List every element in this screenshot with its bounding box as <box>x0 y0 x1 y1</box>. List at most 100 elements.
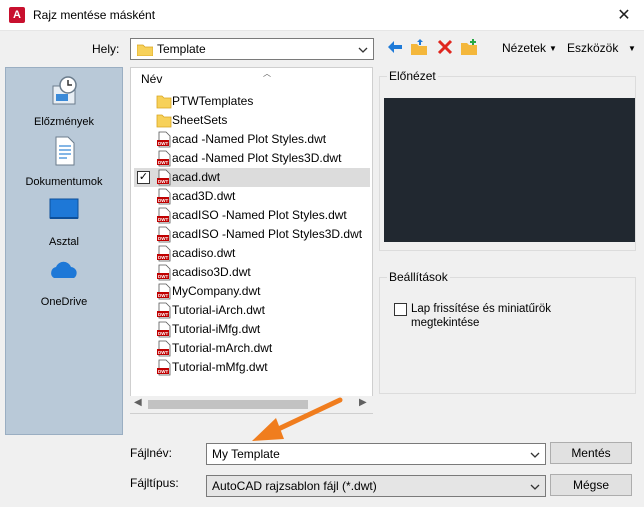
file-row[interactable]: SheetSets <box>134 111 370 130</box>
filename-label: Fájlnév: <box>130 446 173 460</box>
title-bar: A Rajz mentése másként ✕ <box>0 0 644 31</box>
scroll-left-icon[interactable]: ◀ <box>134 397 142 408</box>
history-icon <box>52 76 77 105</box>
file-name: SheetSets <box>172 113 228 127</box>
file-name: PTWTemplates <box>172 94 254 108</box>
documents-icon <box>55 136 75 166</box>
dwt-file-icon: DWT <box>157 169 171 186</box>
row-checkbox[interactable]: ✓ <box>137 171 150 184</box>
svg-text:DWT: DWT <box>158 255 168 260</box>
dwt-file-icon: DWT <box>157 207 171 224</box>
file-name: acad3D.dwt <box>172 189 236 203</box>
file-row[interactable]: DWT Tutorial-iMfg.dwt <box>134 320 370 339</box>
svg-text:DWT: DWT <box>158 141 168 146</box>
svg-text:DWT: DWT <box>158 217 168 222</box>
update-thumbnails-checkbox[interactable] <box>394 303 407 316</box>
file-row[interactable]: DWT acadISO -Named Plot Styles3D.dwt <box>134 225 370 244</box>
file-name: acad -Named Plot Styles.dwt <box>172 132 327 146</box>
scrollbar-thumb[interactable] <box>148 400 308 409</box>
file-row[interactable]: DWT acadiso.dwt <box>134 244 370 263</box>
place-label: OneDrive <box>40 296 88 308</box>
save-button[interactable]: Mentés <box>550 442 632 464</box>
dwt-file-icon: DWT <box>157 340 171 357</box>
dwt-file-icon: DWT <box>157 302 171 319</box>
filetype-label: Fájltípus: <box>130 476 179 490</box>
update-thumbnails-label: Lap frissítése és miniatűrök megtekintés… <box>411 303 551 329</box>
dwt-file-icon: DWT <box>157 226 171 243</box>
file-row[interactable]: DWT acad3D.dwt <box>134 187 370 206</box>
svg-text:DWT: DWT <box>158 293 168 298</box>
file-name: Tutorial-iMfg.dwt <box>172 322 261 336</box>
autocad-logo-icon: A <box>9 7 25 23</box>
svg-text:DWT: DWT <box>158 274 168 279</box>
place-label: Dokumentumok <box>25 176 103 188</box>
dwt-file-icon: DWT <box>157 131 171 148</box>
filename-input[interactable]: My Template <box>206 443 546 465</box>
file-name: Tutorial-mArch.dwt <box>172 341 273 355</box>
file-row[interactable]: DWT acad -Named Plot Styles3D.dwt <box>134 149 370 168</box>
filetype-dropdown[interactable]: AutoCAD rajzsablon fájl (*.dwt) <box>206 475 546 497</box>
views-menu[interactable]: Nézetek <box>502 41 546 55</box>
chevron-down-icon[interactable] <box>528 480 542 494</box>
file-name: acadISO -Named Plot Styles3D.dwt <box>172 227 363 241</box>
svg-text:DWT: DWT <box>158 369 168 374</box>
folder-icon <box>156 95 172 109</box>
views-dropdown-icon[interactable]: ▼ <box>549 44 557 53</box>
file-row[interactable]: DWT acad -Named Plot Styles.dwt <box>134 130 370 149</box>
filetype-value: AutoCAD rajzsablon fájl (*.dwt) <box>212 479 377 493</box>
tools-menu[interactable]: Eszközök <box>567 41 618 55</box>
file-name: Tutorial-iArch.dwt <box>172 303 265 317</box>
svg-text:DWT: DWT <box>158 179 168 184</box>
settings-title: Beállítások <box>387 270 450 284</box>
cancel-button[interactable]: Mégse <box>550 474 632 496</box>
folder-up-icon[interactable] <box>410 38 428 56</box>
file-name: acad -Named Plot Styles3D.dwt <box>172 151 342 165</box>
dwt-file-icon: DWT <box>157 188 171 205</box>
chevron-down-icon <box>358 47 368 53</box>
file-name: acadiso.dwt <box>172 246 236 260</box>
scroll-right-icon[interactable]: ▶ <box>359 397 367 408</box>
chevron-down-icon[interactable] <box>528 448 542 462</box>
file-name: Tutorial-mMfg.dwt <box>172 360 268 374</box>
window-title: Rajz mentése másként <box>33 8 156 22</box>
new-folder-icon[interactable] <box>460 38 478 56</box>
dwt-file-icon: DWT <box>157 150 171 167</box>
column-header-name[interactable]: Név <box>141 72 162 86</box>
file-row[interactable]: DWT acadiso3D.dwt <box>134 263 370 282</box>
file-row[interactable]: PTWTemplates <box>134 92 370 111</box>
preview-image <box>384 98 635 242</box>
file-list[interactable]: ︿ Név PTWTemplates SheetSets DWT acad -Name… <box>130 67 373 414</box>
dwt-file-icon: DWT <box>157 359 171 376</box>
back-arrow-icon[interactable] <box>386 38 404 56</box>
preview-title: Előnézet <box>387 69 438 83</box>
dwt-file-icon: DWT <box>157 321 171 338</box>
onedrive-icon <box>51 261 77 278</box>
file-row[interactable]: DWT MyCompany.dwt <box>134 282 370 301</box>
filename-value: My Template <box>212 447 280 461</box>
places-bar: Előzmények Dokumentumok Asztal OneDrive <box>5 67 123 435</box>
file-name: MyCompany.dwt <box>172 284 261 298</box>
file-row[interactable]: DWT Tutorial-mMfg.dwt <box>134 358 370 377</box>
place-label: Előzmények <box>34 116 94 128</box>
dwt-file-icon: DWT <box>157 283 171 300</box>
file-row[interactable]: DWT Tutorial-iArch.dwt <box>134 301 370 320</box>
settings-group: Beállítások <box>379 270 636 394</box>
horizontal-scrollbar[interactable]: ◀ ▶ <box>130 396 373 413</box>
location-label: Hely: <box>92 42 120 56</box>
close-button[interactable]: ✕ <box>604 0 644 31</box>
folder-icon <box>137 44 153 56</box>
file-name: acad.dwt <box>172 170 221 184</box>
dwt-file-icon: DWT <box>157 245 171 262</box>
file-name: acadISO -Named Plot Styles.dwt <box>172 208 347 222</box>
file-row[interactable]: DWT Tutorial-mArch.dwt <box>134 339 370 358</box>
tools-dropdown-icon[interactable]: ▼ <box>628 44 636 53</box>
sort-arrow-icon[interactable]: ︿ <box>263 68 271 79</box>
file-name: acadiso3D.dwt <box>172 265 251 279</box>
svg-text:DWT: DWT <box>158 312 168 317</box>
location-dropdown[interactable]: Template <box>130 38 374 60</box>
location-value: Template <box>157 42 206 56</box>
file-row[interactable]: DWT acadISO -Named Plot Styles.dwt <box>134 206 370 225</box>
svg-text:DWT: DWT <box>158 331 168 336</box>
delete-icon[interactable] <box>436 38 454 56</box>
file-row[interactable]: ✓ DWT acad.dwt <box>134 168 370 187</box>
